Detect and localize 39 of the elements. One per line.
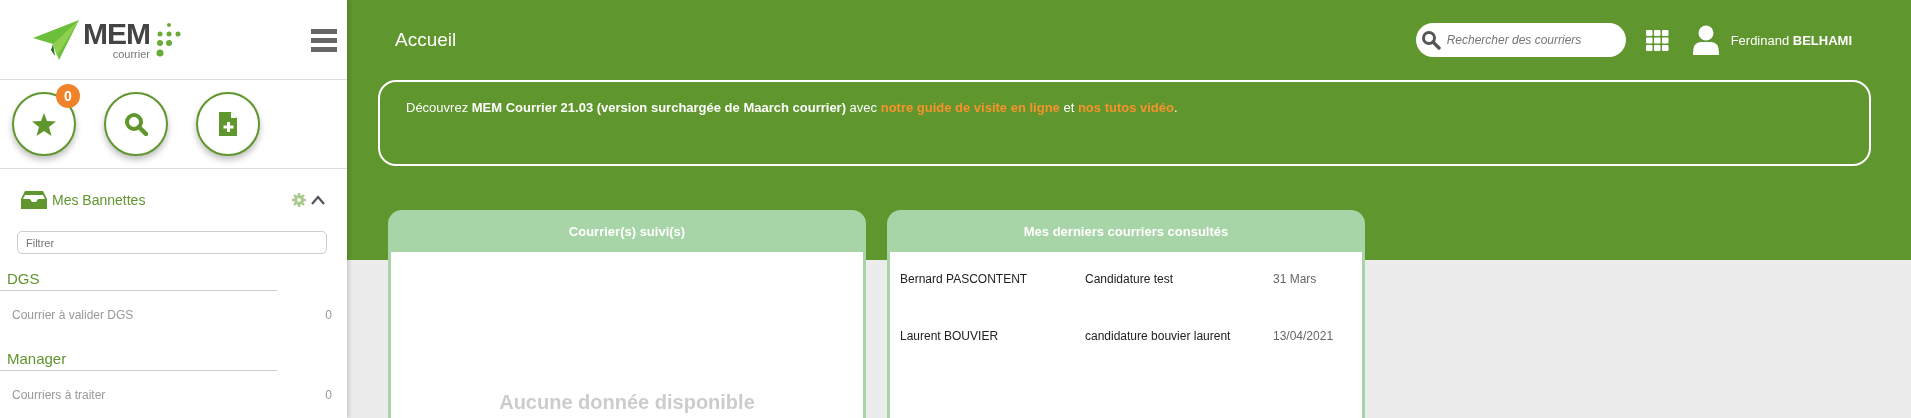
contact-name: Bernard PASCONTENT [900, 272, 1029, 288]
count-badge: 0 [56, 84, 80, 108]
logo-subtitle: courrier [112, 49, 150, 60]
search-icon [1420, 30, 1441, 50]
item-count: 0 [325, 388, 332, 402]
filter-field[interactable]: Filtrer [17, 231, 327, 254]
link[interactable]: notre guide de visite en ligne [880, 100, 1060, 115]
mail-subject: candidature bouvier laurent [1085, 329, 1232, 345]
card-title: Mes derniers courriers consultés [1022, 222, 1230, 241]
mail-date: 31 Mars [1273, 272, 1317, 288]
basket-item[interactable]: Courrier à valider DGS 0 [0, 291, 347, 334]
apps-grid-icon[interactable] [1645, 29, 1669, 51]
basket-item[interactable]: Courriers à traiter 0 [0, 371, 347, 414]
search-icon [124, 112, 148, 136]
menu-icon[interactable] [311, 27, 337, 52]
user-name[interactable]: Ferdinand BELHAMI [1730, 32, 1852, 48]
link[interactable]: nos tutos vidéo [1077, 100, 1174, 115]
group-title: Manager [0, 334, 277, 371]
contact-name: Laurent BOUVIER [900, 329, 1000, 345]
settings-icon[interactable] [292, 193, 306, 207]
favorites-button[interactable] [12, 92, 76, 156]
group-title: DGS [0, 254, 277, 291]
star-icon [32, 112, 56, 136]
inbox-icon [21, 191, 47, 209]
mail-subject: Candidature test [1085, 272, 1175, 288]
search-button[interactable] [104, 92, 168, 156]
user-icon[interactable] [1692, 25, 1719, 55]
logo-title: MEM [83, 19, 150, 49]
mail-date: 13/04/2021 [1273, 329, 1334, 345]
chevron-icon[interactable] [311, 195, 325, 205]
item-count: 0 [325, 308, 332, 322]
card-title: Courrier(s) suivi(s) [567, 222, 687, 241]
section-title[interactable]: Mes Bannettes [52, 192, 146, 208]
welcome-message: Découvrez MEM Courrier 21.03 (version surchargée de Maarch courrier) avec notre guide de visite en ligne et nos tutos vidéo. [406, 100, 1179, 115]
new-mail-button[interactable] [196, 92, 260, 156]
new-document-icon [219, 112, 237, 136]
search-bar[interactable]: Rechercher des courriers [1415, 23, 1626, 57]
paper-plane-icon [33, 19, 79, 60]
page-title: Accueil [395, 29, 457, 51]
